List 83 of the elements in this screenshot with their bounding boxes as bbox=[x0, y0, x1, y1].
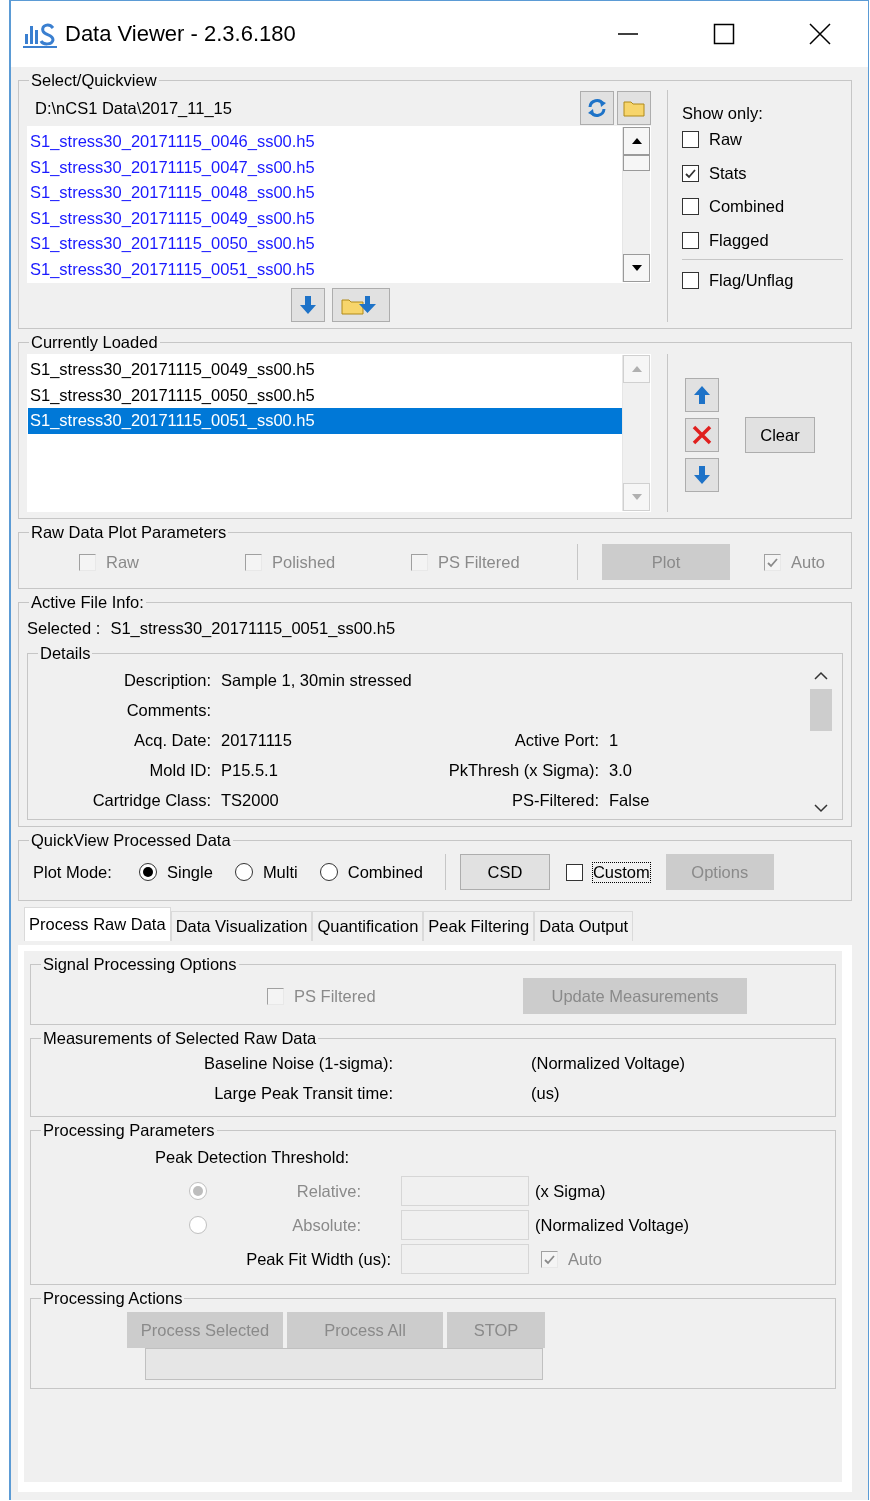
file-list-item[interactable]: S1_stress30_20171115_0051_ss00.h5 bbox=[28, 408, 622, 434]
scrollbar[interactable] bbox=[622, 127, 650, 282]
group-title: Processing Parameters bbox=[42, 1121, 216, 1140]
input-field[interactable] bbox=[401, 1244, 529, 1274]
selected-label: Selected : bbox=[27, 618, 101, 638]
move-up-button[interactable] bbox=[685, 378, 719, 412]
measurement-label: Baseline Noise (1-sigma): bbox=[203, 1053, 393, 1073]
load-folder-button[interactable] bbox=[332, 288, 390, 322]
group-title: Select/Quickview bbox=[30, 71, 158, 90]
filter-checkbox[interactable]: Raw bbox=[682, 123, 843, 157]
tab[interactable]: Process Raw Data bbox=[24, 907, 171, 941]
group-title: Signal Processing Options bbox=[42, 955, 238, 974]
detail-value: 3.0 bbox=[609, 760, 633, 780]
input-field[interactable] bbox=[401, 1176, 529, 1206]
detail-label: PkThresh (x Sigma): bbox=[447, 760, 599, 780]
detail-value: 1 bbox=[609, 730, 620, 750]
folder-path: D:\nCS1 Data\2017_11_15 bbox=[35, 98, 233, 118]
fit-width-label: Peak Fit Width (us): bbox=[245, 1249, 392, 1269]
group-title: Details bbox=[39, 644, 92, 663]
group-title: Raw Data Plot Parameters bbox=[30, 523, 228, 542]
csd-button[interactable]: CSD bbox=[459, 854, 550, 890]
filter-checkbox[interactable]: Combined bbox=[682, 190, 843, 224]
plot-mode-label: Plot Mode: bbox=[32, 862, 113, 882]
file-list-item[interactable]: S1_stress30_20171115_0050_ss00.h5 bbox=[28, 231, 622, 257]
close-icon[interactable] bbox=[809, 23, 831, 45]
detail-value: 20171115 bbox=[221, 730, 293, 750]
file-list-item[interactable]: S1_stress30_20171115_0047_ss00.h5 bbox=[28, 154, 622, 180]
detail-value: TS2000 bbox=[221, 790, 280, 810]
tab[interactable]: Quantification bbox=[312, 911, 424, 941]
group-title: QuickView Processed Data bbox=[30, 831, 232, 850]
group-title: Active File Info: bbox=[30, 593, 145, 612]
plot-mode-radio[interactable]: Combined bbox=[319, 862, 423, 882]
detail-label: Acq. Date: bbox=[132, 730, 211, 750]
filter-checkbox[interactable]: Flagged bbox=[682, 223, 843, 257]
show-only-label: Show only: bbox=[682, 104, 764, 123]
tab[interactable]: Data Output bbox=[534, 911, 634, 941]
group-title: Measurements of Selected Raw Data bbox=[42, 1029, 318, 1048]
tab[interactable]: Peak Filtering bbox=[423, 911, 535, 941]
move-down-button[interactable] bbox=[685, 458, 719, 492]
chevron-down-icon bbox=[814, 803, 828, 813]
file-list-item[interactable]: S1_stress30_20171115_0046_ss00.h5 bbox=[28, 129, 622, 155]
detail-label: Mold ID: bbox=[148, 760, 211, 780]
flag-checkbox[interactable]: Flag/Unflag bbox=[682, 264, 843, 298]
detail-label: Description: bbox=[122, 670, 211, 690]
chevron-up-icon bbox=[814, 671, 828, 681]
clear-button[interactable]: Clear bbox=[745, 417, 815, 453]
detail-label: PS-Filtered: bbox=[510, 790, 599, 810]
plot-mode-radio[interactable]: Single bbox=[139, 862, 213, 882]
file-list-item[interactable]: S1_stress30_20171115_0049_ss00.h5 bbox=[28, 205, 622, 231]
custom-checkbox[interactable]: Custom bbox=[565, 862, 650, 882]
threshold-option-label: Absolute: bbox=[291, 1215, 362, 1235]
detail-label: Cartridge Class: bbox=[91, 790, 211, 810]
group-title: Currently Loaded bbox=[30, 333, 159, 352]
filter-checkbox[interactable]: Stats bbox=[682, 156, 843, 190]
input-field[interactable] bbox=[401, 1210, 529, 1240]
file-list-item[interactable]: S1_stress30_20171115_0051_ss00.h5 bbox=[28, 256, 622, 282]
detail-value: False bbox=[609, 790, 651, 810]
selected-file-name: S1_stress30_20171115_0051_ss00.h5 bbox=[110, 618, 396, 638]
plot-mode-radio[interactable]: Multi bbox=[234, 862, 298, 882]
scrollbar-thumb[interactable] bbox=[810, 689, 832, 731]
measurement-unit: (Normalized Voltage) bbox=[531, 1053, 687, 1073]
maximize-icon[interactable] bbox=[713, 23, 735, 45]
threshold-label: Peak Detection Threshold: bbox=[154, 1147, 351, 1167]
group-title: Processing Actions bbox=[42, 1289, 184, 1308]
file-list-item[interactable]: S1_stress30_20171115_0049_ss00.h5 bbox=[28, 357, 622, 383]
open-folder-button[interactable] bbox=[617, 91, 651, 125]
remove-button[interactable] bbox=[685, 418, 719, 452]
unit-label: (x Sigma) bbox=[535, 1181, 607, 1201]
load-down-button[interactable] bbox=[291, 288, 325, 322]
scrollbar[interactable] bbox=[622, 355, 650, 511]
refresh-button[interactable] bbox=[580, 91, 614, 125]
window-title: Data Viewer - 2.3.6.180 bbox=[65, 21, 297, 47]
detail-label: Active Port: bbox=[513, 730, 599, 750]
detail-value: Sample 1, 30min stressed bbox=[221, 670, 413, 690]
detail-label: Comments: bbox=[125, 700, 211, 720]
measurement-label: Large Peak Transit time: bbox=[213, 1083, 393, 1103]
threshold-option-label: Relative: bbox=[295, 1181, 362, 1201]
file-list-item[interactable]: S1_stress30_20171115_0050_ss00.h5 bbox=[28, 382, 622, 408]
tab[interactable]: Data Visualization bbox=[170, 911, 313, 941]
measurement-unit: (us) bbox=[531, 1083, 561, 1103]
unit-label: (Normalized Voltage) bbox=[535, 1215, 691, 1235]
detail-value: P15.5.1 bbox=[221, 760, 279, 780]
file-list-item[interactable]: S1_stress30_20171115_0048_ss00.h5 bbox=[28, 180, 622, 206]
